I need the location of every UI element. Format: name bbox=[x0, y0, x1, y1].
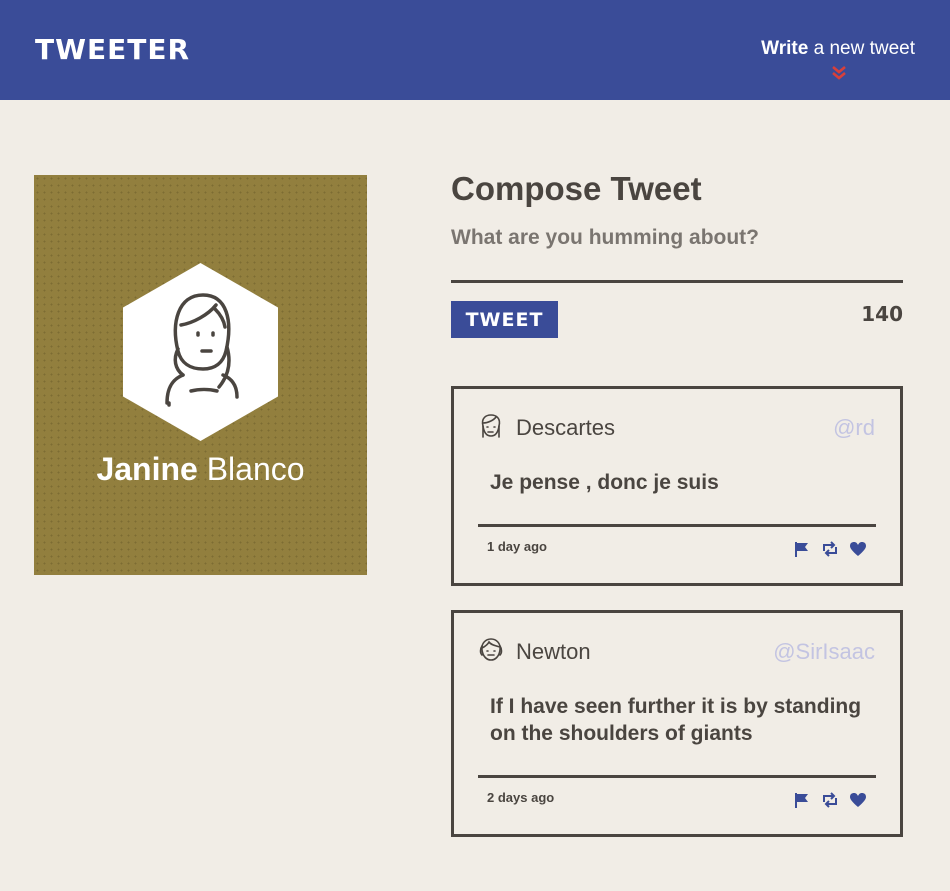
tweet-actions bbox=[793, 541, 867, 557]
tweet-content: Je pense , donc je suis bbox=[490, 471, 719, 494]
write-rest-label: a new tweet bbox=[808, 38, 915, 59]
profile-card: Janine Blanco bbox=[34, 175, 367, 575]
profile-avatar bbox=[123, 263, 278, 441]
compose-title: Compose Tweet bbox=[451, 170, 702, 207]
heart-icon[interactable] bbox=[849, 792, 867, 808]
tweet-card: Descartes @rd Je pense , donc je suis 1 … bbox=[451, 386, 903, 586]
profile-last-name: Blanco bbox=[206, 451, 305, 487]
user-avatar-icon bbox=[481, 414, 501, 438]
user-avatar-icon bbox=[479, 638, 503, 661]
tweet-card: Newton @SirIsaac If I have seen further … bbox=[451, 610, 903, 837]
tweet-footer: 2 days ago bbox=[478, 775, 876, 818]
tweet-date: 1 day ago bbox=[487, 539, 547, 554]
write-new-tweet-link[interactable]: Write a new tweet bbox=[761, 38, 915, 60]
top-nav: TWEETER Write a new tweet bbox=[0, 0, 950, 100]
double-chevron-down-icon[interactable] bbox=[831, 65, 847, 81]
tweet-author-handle[interactable]: @SirIsaac bbox=[773, 639, 875, 665]
tweet-submit-button[interactable]: TWEET bbox=[451, 301, 558, 338]
character-counter: 140 bbox=[861, 302, 903, 326]
tweet-footer: 1 day ago bbox=[478, 524, 876, 567]
profile-name: Janine Blanco bbox=[34, 451, 367, 488]
tweet-author-name: Descartes bbox=[516, 415, 616, 440]
tweet-date: 2 days ago bbox=[487, 790, 555, 805]
tweet-content: If I have seen further it is by standing… bbox=[490, 695, 862, 745]
flag-icon[interactable] bbox=[793, 541, 811, 557]
tweet-author-name: Newton bbox=[516, 639, 591, 664]
tweet-actions bbox=[793, 792, 867, 808]
retweet-icon[interactable] bbox=[821, 792, 839, 808]
write-label: Write bbox=[761, 38, 809, 59]
heart-icon[interactable] bbox=[849, 541, 867, 557]
tweet-text-input[interactable] bbox=[451, 226, 903, 283]
profile-first-name: Janine bbox=[96, 451, 198, 487]
flag-icon[interactable] bbox=[793, 792, 811, 808]
brand-logo[interactable]: TWEETER bbox=[35, 33, 190, 66]
tweet-author-handle[interactable]: @rd bbox=[833, 415, 875, 441]
retweet-icon[interactable] bbox=[821, 541, 839, 557]
